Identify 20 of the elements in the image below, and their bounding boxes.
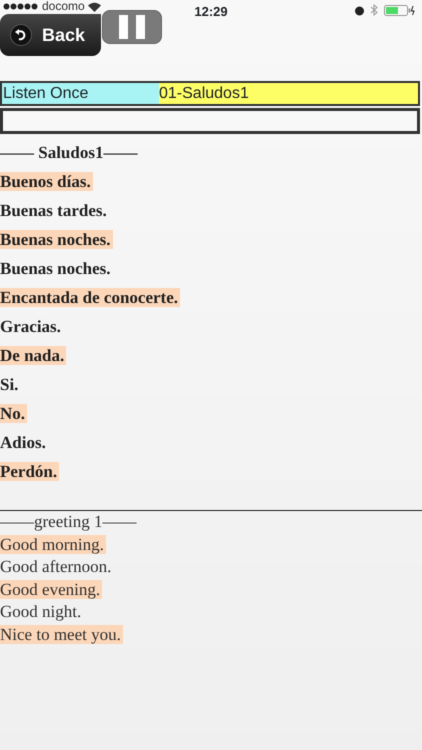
battery-icon (384, 4, 416, 16)
phrase-line[interactable]: Buenas tardes. (0, 201, 109, 220)
alarm-icon (354, 4, 365, 16)
pause-button[interactable] (102, 10, 162, 44)
section-heading: ——greeting 1—— (0, 512, 138, 531)
track-title: 01-Saludos1 (159, 83, 418, 104)
phrase-line[interactable]: Good afternoon. (0, 557, 114, 576)
clock-time: 12:29 (194, 4, 228, 19)
phrase-line[interactable]: Buenas noches. (0, 259, 113, 278)
phrase-line[interactable]: Adios. (0, 433, 48, 452)
section-heading: —— Saludos1—— (0, 143, 139, 162)
mode-label: Listen Once (2, 83, 159, 104)
bluetooth-icon (371, 4, 378, 16)
back-button[interactable]: Back (0, 14, 101, 56)
phrase-line[interactable]: Good night. (0, 602, 84, 621)
carrier-name: docomo (42, 0, 85, 13)
signal-icon (3, 3, 39, 10)
wifi-icon (88, 2, 101, 12)
phrase-line[interactable]: Gracias. (0, 317, 63, 336)
phrase-line[interactable]: Si. (0, 375, 20, 394)
